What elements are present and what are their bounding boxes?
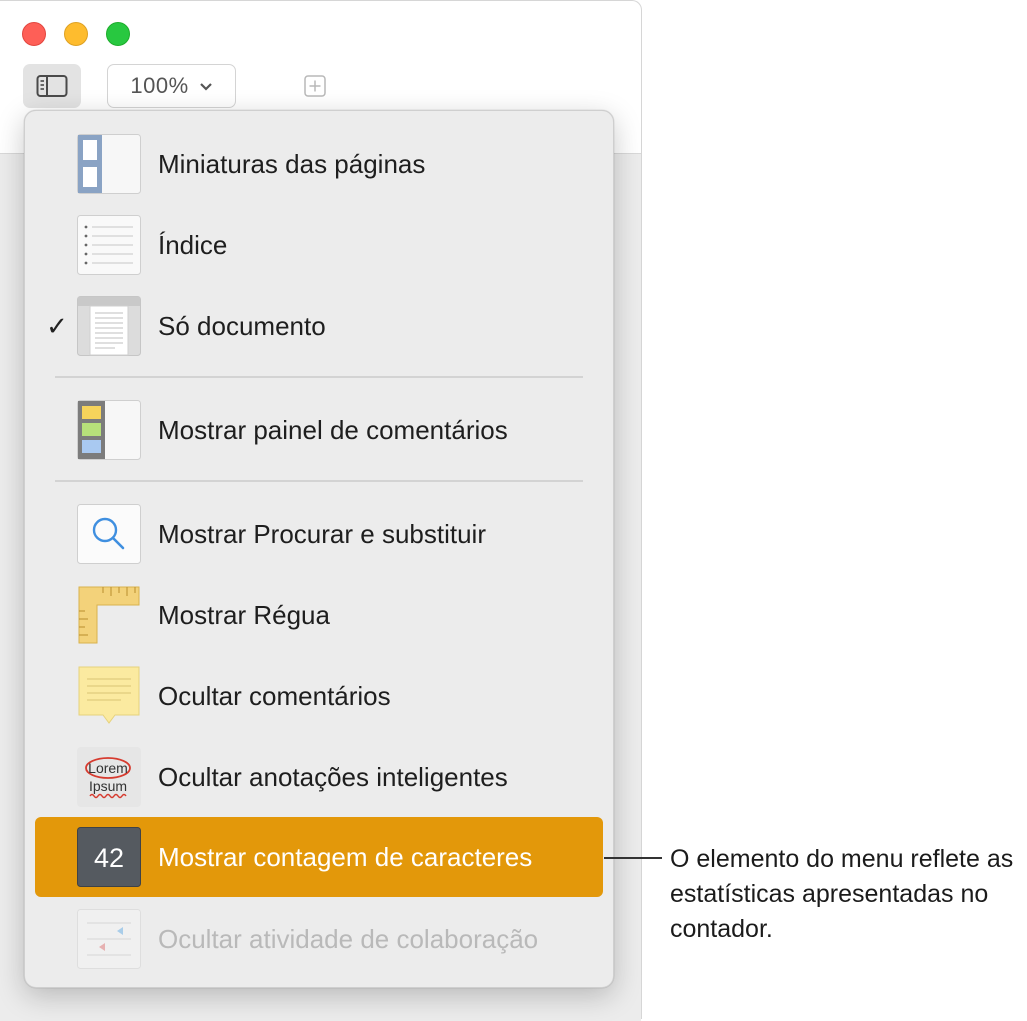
menu-item-label: Só documento	[158, 310, 326, 341]
menu-item-label: Índice	[158, 229, 228, 260]
smart-annotation-icon: Lorem Ipsum	[77, 747, 141, 807]
add-page-button[interactable]	[304, 75, 326, 97]
zoom-select[interactable]: 100%	[107, 64, 236, 108]
ruler-icon	[77, 585, 141, 645]
menu-item-smart-annotations[interactable]: Lorem Ipsum Ocultar anotações inteligent…	[35, 737, 603, 817]
callout-text: O elemento do menu reflete as estatístic…	[670, 845, 1014, 943]
lorem-top-text: Lorem	[88, 760, 128, 776]
page-thumbnails-icon	[77, 134, 141, 194]
menu-item-label: Ocultar comentários	[158, 680, 391, 711]
menu-separator	[55, 480, 583, 482]
menu-item-ruler[interactable]: Mostrar Régua	[35, 575, 603, 655]
menu-item-document-only[interactable]: ✓ Só documento	[35, 286, 603, 366]
menu-separator	[55, 376, 583, 378]
table-of-contents-icon	[77, 215, 141, 275]
menu-item-hide-comments[interactable]: Ocultar comentários	[35, 656, 603, 736]
callout-leader-line	[604, 857, 662, 859]
menu-item-label: Mostrar contagem de caracteres	[158, 841, 533, 872]
menu-item-comments-pane[interactable]: Mostrar painel de comentários	[35, 390, 603, 470]
menu-item-label: Mostrar Régua	[158, 599, 330, 630]
collaboration-activity-icon	[77, 909, 141, 969]
minimize-window-button[interactable]	[64, 22, 88, 46]
sticky-note-icon	[77, 666, 141, 726]
comments-pane-icon	[77, 400, 141, 460]
magnifier-icon	[77, 504, 141, 564]
character-count-icon: 42	[77, 827, 141, 887]
menu-item-find-replace[interactable]: Mostrar Procurar e substituir	[35, 494, 603, 574]
menu-item-label: Mostrar Procurar e substituir	[158, 518, 486, 549]
menu-item-label: Ocultar anotações inteligentes	[158, 761, 508, 792]
menu-item-character-count[interactable]: 42 Mostrar contagem de caracteres	[35, 817, 603, 897]
chevron-down-icon	[199, 83, 212, 91]
add-page-icon	[304, 75, 326, 97]
menu-item-label: Ocultar atividade de colaboração	[158, 923, 539, 954]
menu-item-table-of-contents[interactable]: Índice	[35, 205, 603, 285]
zoom-window-button[interactable]	[106, 22, 130, 46]
menu-item-page-thumbnails[interactable]: Miniaturas das páginas	[35, 124, 603, 204]
zoom-value: 100%	[130, 73, 189, 98]
document-only-icon	[77, 296, 141, 356]
view-menu-button[interactable]	[23, 64, 81, 108]
menu-item-collaboration-activity: Ocultar atividade de colaboração	[35, 899, 603, 979]
checkmark-icon: ✓	[46, 310, 68, 341]
lorem-bottom-text: Ipsum	[89, 778, 127, 794]
menu-item-label: Mostrar painel de comentários	[158, 414, 508, 445]
count-badge-value: 42	[94, 843, 124, 873]
menu-item-label: Miniaturas das páginas	[158, 148, 426, 179]
view-menu: Miniaturas das páginas Índice ✓ Só docum…	[24, 110, 614, 988]
sidebar-view-icon	[36, 75, 68, 97]
close-window-button[interactable]	[22, 22, 46, 46]
